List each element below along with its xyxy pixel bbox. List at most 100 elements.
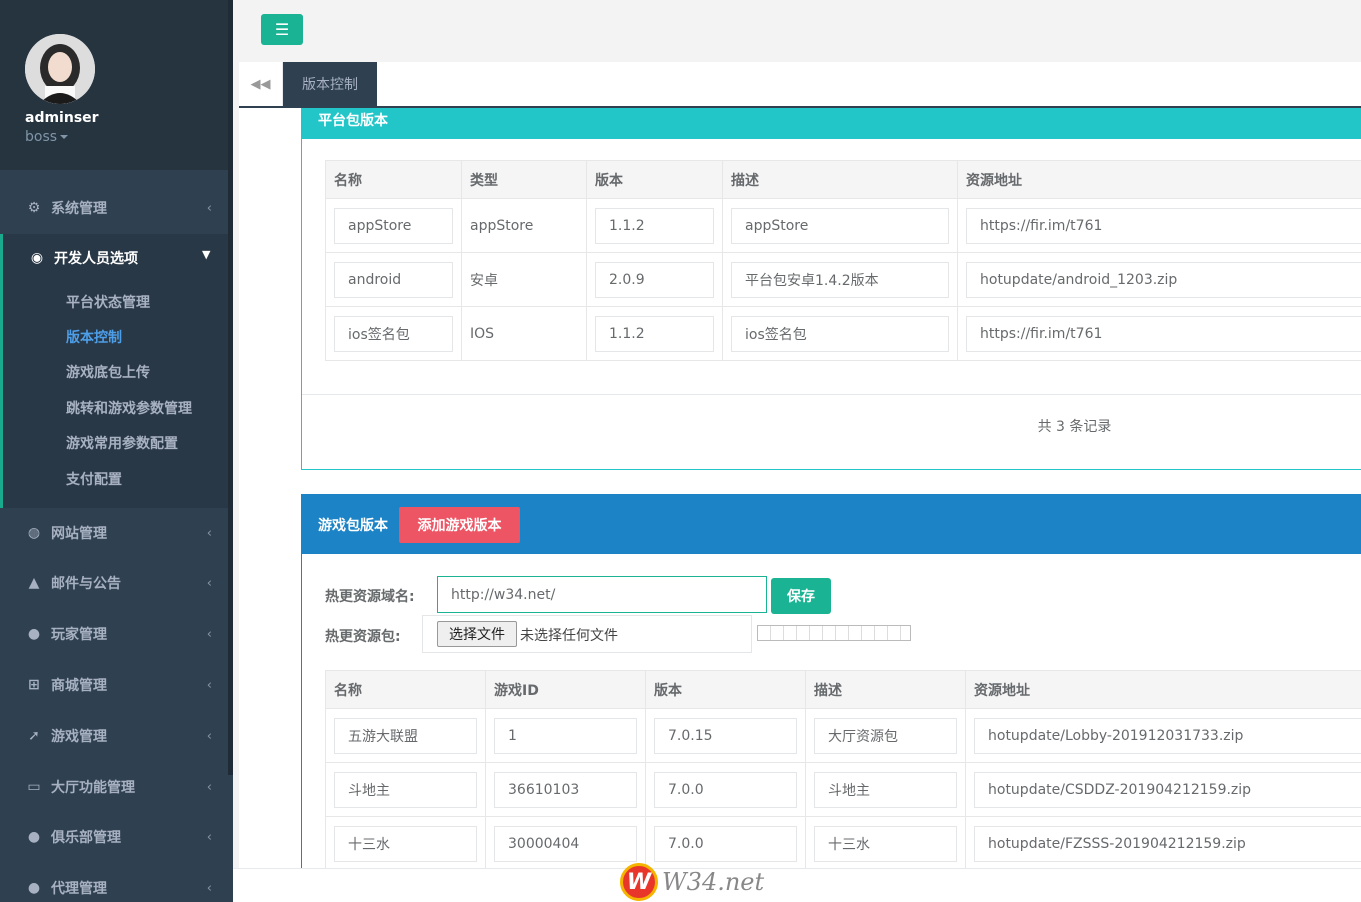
sidebar-item-label: 系统管理 [51, 201, 107, 217]
sidebar-item-label: 商城管理 [51, 678, 107, 694]
resource-url-input[interactable]: https://fir.im/t761 [966, 207, 1361, 244]
sidebar-item-label: 游戏管理 [51, 729, 107, 745]
version-input[interactable]: 1.1.2 [595, 207, 714, 244]
desktop-icon: ▭ [27, 779, 41, 795]
file-upload-field: 选择文件 未选择任何文件 [422, 615, 752, 653]
description-input[interactable]: 平台包安卓1.4.2版本 [731, 261, 949, 298]
version-input[interactable]: 2.0.9 [595, 261, 714, 298]
version-input[interactable]: 7.0.15 [654, 717, 797, 754]
upload-progress-bar [757, 625, 911, 641]
column-header: 描述 [722, 160, 958, 199]
tab-bar: ◀◀ 版本控制 [239, 62, 1361, 108]
sidebar-item-label: 玩家管理 [51, 627, 107, 643]
resource-url-input[interactable]: hotupdate/FZSSS-201904212159.zip [974, 825, 1361, 862]
name-input[interactable]: ios签名包 [334, 315, 453, 352]
bell-icon: ▲ [28, 575, 40, 591]
game-id-input[interactable]: 30000404 [494, 825, 637, 862]
sidebar-item-club[interactable]: ● 俱乐部管理 ‹ [0, 812, 228, 862]
sidebar-item-website[interactable]: ◍ 网站管理 ‹ [0, 508, 228, 558]
resource-url-input[interactable]: hotupdate/CSDDZ-201904212159.zip [974, 771, 1361, 808]
type-cell: IOS [461, 306, 587, 361]
sidebar-item-shop[interactable]: ⊞ 商城管理 ‹ [0, 660, 228, 710]
sidebar-item-developer[interactable]: ◉ 开发人员选项 ▼ [27, 248, 211, 268]
watermark-logo: W W34.net [620, 862, 764, 902]
column-header: 名称 [325, 670, 486, 709]
menu-toggle-button[interactable]: ☰ [261, 14, 303, 45]
name-input[interactable]: 斗地主 [334, 771, 477, 808]
resource-url-input[interactable]: hotupdate/android_1203.zip [966, 261, 1361, 298]
sidebar-item-games[interactable]: ➚ 游戏管理 ‹ [0, 711, 228, 761]
sidebar-subitem-game-base-upload[interactable]: 游戏底包上传 [66, 362, 150, 382]
gears-icon: ⚙ [27, 200, 41, 216]
divider [302, 394, 1361, 395]
version-input[interactable]: 1.1.2 [595, 315, 714, 352]
watermark-mark: W [620, 863, 658, 901]
name-input[interactable]: 十三水 [334, 825, 477, 862]
save-button[interactable]: 保存 [771, 578, 831, 614]
profile-header: adminser boss [0, 0, 233, 170]
game-id-input[interactable]: 1 [494, 717, 637, 754]
sidebar-item-label: 代理管理 [51, 881, 107, 897]
sidebar-item-label: 开发人员选项 [54, 251, 138, 267]
table-row: ios签名包 IOS 1.1.2 ios签名包 https://fir.im/t… [325, 306, 1361, 361]
table-row: android 安卓 2.0.9 平台包安卓1.4.2版本 hotupdate/… [325, 252, 1361, 307]
chevron-left-icon: ‹ [206, 829, 212, 845]
platform-table: 名称 类型 版本 描述 资源地址 appStore appStore 1.1.2… [325, 160, 1361, 361]
sidebar-subitem-common-params[interactable]: 游戏常用参数配置 [66, 433, 178, 453]
sidebar-subitem-jump-params[interactable]: 跳转和游戏参数管理 [66, 398, 192, 418]
version-input[interactable]: 7.0.0 [654, 825, 797, 862]
chevron-left-icon: ‹ [206, 677, 212, 693]
user-icon: ● [27, 626, 41, 642]
description-input[interactable]: 十三水 [814, 825, 957, 862]
choose-file-button[interactable]: 选择文件 [437, 621, 517, 647]
panel-header: 游戏包版本 添加游戏版本 [302, 495, 1361, 554]
version-input[interactable]: 7.0.0 [654, 771, 797, 808]
sidebar-item-label: 俱乐部管理 [51, 830, 121, 846]
avatar[interactable] [25, 34, 95, 104]
sidebar-item-players[interactable]: ● 玩家管理 ‹ [0, 609, 228, 659]
domain-input[interactable]: http://w34.net/ [437, 576, 767, 613]
rocket-icon: ➚ [28, 728, 40, 744]
column-header: 资源地址 [965, 670, 1361, 709]
sidebar-item-label: 网站管理 [51, 526, 107, 542]
chevron-left-icon: ‹ [206, 779, 212, 795]
tab-scroll-left-button[interactable]: ◀◀ [239, 62, 283, 106]
game-id-input[interactable]: 36610103 [494, 771, 637, 808]
sidebar-subitem-version-control[interactable]: 版本控制 [66, 327, 122, 347]
resource-url-input[interactable]: https://fir.im/t761 [966, 315, 1361, 352]
column-header: 类型 [461, 160, 587, 199]
sidebar-scrollbar[interactable] [228, 0, 233, 775]
sidebar-item-lobby[interactable]: ▭ 大厅功能管理 ‹ [0, 762, 228, 812]
add-game-version-button[interactable]: 添加游戏版本 [399, 507, 520, 543]
tab-version-control[interactable]: 版本控制 [283, 62, 377, 106]
column-header: 版本 [586, 160, 723, 199]
table-row: 五游大联盟 1 7.0.15 大厅资源包 hotupdate/Lobby-201… [325, 708, 1361, 763]
chevron-left-icon: ‹ [206, 880, 212, 896]
sidebar-subitem-payment[interactable]: 支付配置 [66, 469, 122, 489]
description-input[interactable]: 斗地主 [814, 771, 957, 808]
sidebar-item-system[interactable]: ⚙ 系统管理 ‹ [0, 183, 228, 233]
description-input[interactable]: 大厅资源包 [814, 717, 957, 754]
globe-icon: ◍ [27, 525, 41, 541]
users-icon: ● [27, 829, 41, 845]
caret-down-icon [60, 135, 69, 139]
description-input[interactable]: appStore [731, 207, 949, 244]
column-header: 资源地址 [957, 160, 1361, 199]
sidebar-subitem-platform-status[interactable]: 平台状态管理 [66, 292, 150, 312]
resource-url-input[interactable]: hotupdate/Lobby-201912031733.zip [974, 717, 1361, 754]
chevron-left-icon: ‹ [206, 728, 212, 744]
type-cell: 安卓 [461, 252, 587, 307]
profile-role-dropdown[interactable]: boss [25, 129, 69, 145]
footer-bar [233, 868, 1361, 902]
sidebar-item-label: 邮件与公告 [51, 576, 121, 592]
cart-icon: ⊞ [28, 677, 40, 693]
description-input[interactable]: ios签名包 [731, 315, 949, 352]
name-input[interactable]: appStore [334, 207, 453, 244]
gamepad-icon: ◉ [30, 250, 44, 266]
name-input[interactable]: android [334, 261, 453, 298]
file-status: 未选择任何文件 [520, 628, 618, 644]
name-input[interactable]: 五游大联盟 [334, 717, 477, 754]
hamburger-icon: ☰ [274, 20, 290, 39]
sidebar-item-mail[interactable]: ▲ 邮件与公告 ‹ [0, 558, 228, 608]
sidebar-item-agents[interactable]: ● 代理管理 ‹ [0, 863, 228, 902]
